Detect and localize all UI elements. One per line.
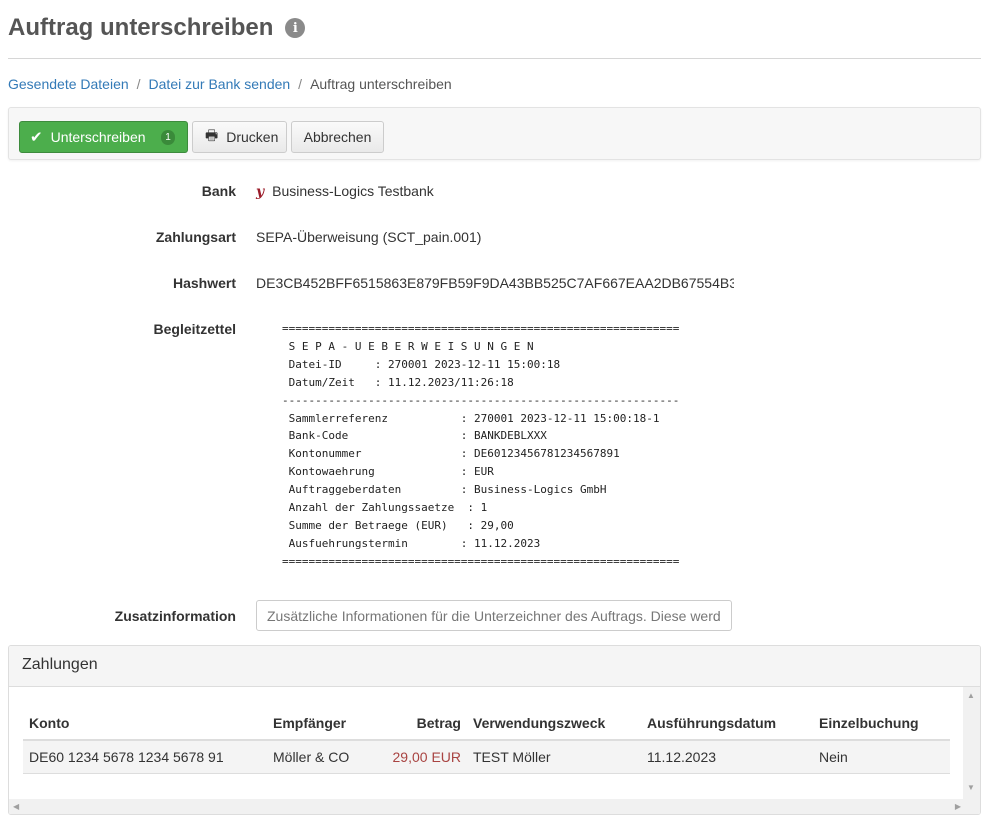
print-button-label: Drucken xyxy=(226,129,279,145)
column-header-betrag[interactable]: Betrag xyxy=(377,707,467,741)
horizontal-scrollbar[interactable]: ◀ ▶ xyxy=(9,799,965,814)
scroll-down-arrow-icon[interactable]: ▼ xyxy=(967,783,975,792)
column-header-konto[interactable]: Konto xyxy=(23,707,267,741)
cell-betrag: 29,00 EUR xyxy=(377,740,467,774)
bank-logo-icon: y xyxy=(256,184,265,200)
breadcrumb-separator: / xyxy=(136,76,141,92)
breadcrumb-link-datei-senden[interactable]: Datei zur Bank senden xyxy=(149,76,291,92)
page-title-text: Auftrag unterschreiben xyxy=(8,14,274,41)
cell-empfaenger: Möller & CO xyxy=(267,740,377,774)
zahlungsart-value: SEPA-Überweisung (SCT_pain.001) xyxy=(256,229,482,245)
scroll-left-arrow-icon[interactable]: ◀ xyxy=(13,802,19,811)
cancel-button[interactable]: Abbrechen xyxy=(291,121,384,153)
action-toolbar: ✔ Unterschreiben 1 🖶 Drucken Abbrechen xyxy=(8,107,981,160)
cancel-button-label: Abbrechen xyxy=(303,129,372,145)
payments-panel: Zahlungen Konto Empfänger Betrag Verwend… xyxy=(8,645,981,815)
hash-label: Hashwert xyxy=(172,275,236,291)
column-header-einzelbuchung[interactable]: Einzelbuchung xyxy=(813,707,950,741)
bank-label: Bank xyxy=(201,183,236,199)
cell-verwendungszweck: TEST Möller xyxy=(467,740,641,774)
hash-value: DE3CB452BFF6515863E879FB59F9DA43BB525C7A… xyxy=(256,275,734,291)
cell-einzelbuchung: Nein xyxy=(813,740,950,774)
sign-button-label: Unterschreiben xyxy=(50,129,146,145)
column-header-empfaenger[interactable]: Empfänger xyxy=(267,707,377,741)
breadcrumb: Gesendete Dateien / Datei zur Bank sende… xyxy=(8,76,452,92)
begleitzettel-label: Begleitzettel xyxy=(153,321,236,337)
vertical-scrollbar[interactable]: ▲ ▼ xyxy=(963,687,980,814)
payments-panel-title: Zahlungen xyxy=(9,646,980,687)
zusatz-input[interactable] xyxy=(256,600,732,631)
column-header-ausfuehrungsdatum[interactable]: Ausführungsdatum xyxy=(641,707,813,741)
begleitzettel-text: ========================================… xyxy=(282,322,680,568)
bank-name: Business-Logics Testbank xyxy=(272,183,434,199)
bank-value: y Business-Logics Testbank xyxy=(256,183,434,200)
title-divider xyxy=(8,58,981,59)
sign-button[interactable]: ✔ Unterschreiben 1 xyxy=(19,121,188,153)
info-icon[interactable]: i xyxy=(285,18,306,38)
payments-table: Konto Empfänger Betrag Verwendungszweck … xyxy=(23,707,950,774)
cell-konto: DE60 1234 5678 1234 5678 91 xyxy=(23,740,267,774)
cell-ausfuehrungsdatum: 11.12.2023 xyxy=(641,740,813,774)
column-header-verwendungszweck[interactable]: Verwendungszweck xyxy=(467,707,641,741)
payments-panel-body: Konto Empfänger Betrag Verwendungszweck … xyxy=(9,687,980,814)
sign-count-badge: 1 xyxy=(161,130,175,145)
table-header-row: Konto Empfänger Betrag Verwendungszweck … xyxy=(23,707,950,741)
print-button[interactable]: 🖶 Drucken xyxy=(192,121,287,153)
scroll-up-arrow-icon[interactable]: ▲ xyxy=(967,691,975,700)
breadcrumb-link-gesendete-dateien[interactable]: Gesendete Dateien xyxy=(8,76,129,92)
scroll-right-arrow-icon[interactable]: ▶ xyxy=(955,802,961,811)
breadcrumb-current: Auftrag unterschreiben xyxy=(310,76,452,92)
table-row[interactable]: DE60 1234 5678 1234 5678 91 Möller & CO … xyxy=(23,740,950,774)
printer-icon: 🖶 xyxy=(205,127,219,143)
page-title: Auftrag unterschreiben i xyxy=(8,14,306,42)
zusatz-label: Zusatzinformation xyxy=(114,608,236,624)
breadcrumb-separator: / xyxy=(298,76,303,92)
check-icon: ✔ xyxy=(30,129,43,146)
zahlungsart-label: Zahlungsart xyxy=(155,229,236,245)
